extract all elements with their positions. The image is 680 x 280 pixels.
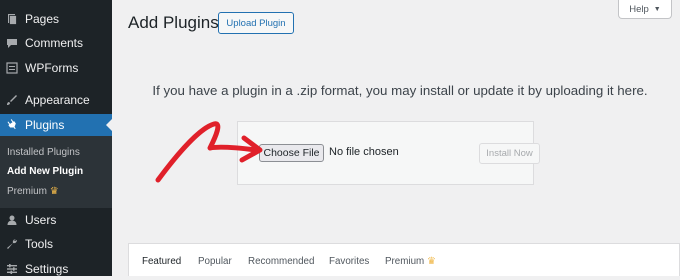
admin-sidebar: Pages Comments WPForms Appearance Plugin…	[0, 0, 112, 276]
help-button[interactable]: Help ▼	[618, 0, 672, 19]
submenu-premium-label: Premium	[7, 186, 48, 197]
page-title: Add Plugins	[128, 13, 219, 32]
submenu-premium[interactable]: Premium ♛	[7, 186, 59, 197]
users-icon	[6, 214, 18, 226]
tools-icon	[6, 238, 18, 250]
tab-popular[interactable]: Popular	[198, 256, 232, 267]
sidebar-item-label: Settings	[25, 262, 69, 276]
sidebar-item-comments[interactable]: Comments	[0, 32, 112, 54]
caret-down-icon: ▼	[653, 5, 661, 13]
sidebar-item-settings[interactable]: Settings	[0, 258, 112, 280]
help-label: Help	[629, 3, 649, 15]
sidebar-item-plugins[interactable]: Plugins	[0, 114, 112, 136]
submenu-add-new-plugin[interactable]: Add New Plugin	[7, 166, 83, 177]
sidebar-item-users[interactable]: Users	[0, 209, 112, 231]
install-now-button[interactable]: Install Now	[479, 143, 540, 164]
sidebar-item-pages[interactable]: Pages	[0, 8, 112, 30]
sidebar-item-label: Users	[25, 213, 57, 227]
tab-premium[interactable]: Premium ♛	[385, 256, 436, 267]
sidebar-item-wpforms[interactable]: WPForms	[0, 57, 112, 79]
upload-plugin-button[interactable]: Upload Plugin	[218, 12, 294, 34]
crown-icon: ♛	[49, 186, 59, 197]
wpforms-icon	[6, 62, 18, 74]
sidebar-item-tools[interactable]: Tools	[0, 233, 112, 255]
plugins-icon	[6, 119, 18, 131]
sidebar-item-label: Comments	[25, 36, 84, 50]
sidebar-item-label: WPForms	[25, 61, 79, 75]
sidebar-item-label: Pages	[25, 12, 60, 26]
comments-icon	[6, 37, 18, 49]
settings-icon	[6, 263, 18, 275]
tab-featured[interactable]: Featured	[142, 256, 181, 267]
plugins-submenu: Installed Plugins Add New Plugin Premium…	[0, 136, 112, 208]
sidebar-item-label: Plugins	[25, 118, 65, 132]
no-file-chosen-text: No file chosen	[329, 146, 399, 158]
submenu-installed-plugins[interactable]: Installed Plugins	[7, 147, 80, 158]
annotation-arrow-icon	[155, 121, 263, 183]
tab-recommended[interactable]: Recommended	[248, 256, 314, 267]
tab-premium-label: Premium	[385, 256, 425, 267]
tab-favorites[interactable]: Favorites	[329, 256, 369, 267]
pages-icon	[6, 13, 18, 25]
upload-instructions: If you have a plugin in a .zip format, y…	[152, 83, 648, 98]
sidebar-item-label: Tools	[25, 237, 54, 251]
crown-icon: ♛	[426, 256, 436, 267]
